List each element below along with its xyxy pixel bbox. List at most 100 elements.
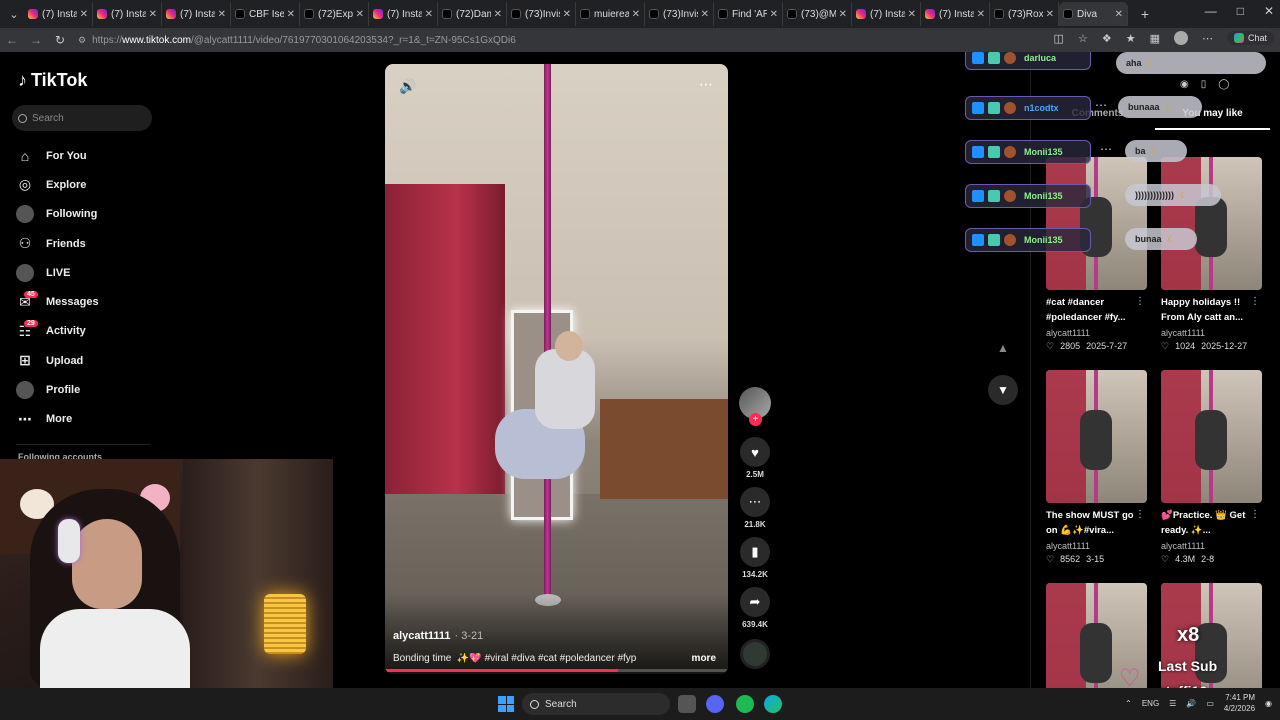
video-author[interactable]: alycatt1111 · 3-21 bbox=[393, 630, 483, 642]
sidebar-item-explore[interactable]: ◎ Explore bbox=[16, 170, 156, 199]
extensions-icon[interactable]: ❖ bbox=[1102, 32, 1112, 45]
card-more-options-icon[interactable]: ⋮ bbox=[1135, 296, 1145, 307]
browser-tab[interactable]: Diva ✕ bbox=[1059, 2, 1128, 26]
tab-close-icon[interactable]: ✕ bbox=[1046, 9, 1054, 20]
tab-close-icon[interactable]: ✕ bbox=[632, 9, 640, 20]
video-thumbnail[interactable] bbox=[1161, 157, 1262, 290]
share-action[interactable]: ➦ 639.4K bbox=[740, 587, 770, 631]
search-input[interactable] bbox=[32, 112, 142, 124]
tab-close-icon[interactable]: ✕ bbox=[839, 9, 847, 20]
browser-tab[interactable]: (7) Insta ✕ bbox=[93, 2, 162, 26]
comment-action[interactable]: ⋯ 21.8K bbox=[740, 487, 770, 531]
video-more-options-icon[interactable]: ⋯ bbox=[699, 76, 714, 93]
recommended-video-card[interactable]: The show MUST go on 💪✨#vira... ⋮ alycatt11… bbox=[1046, 370, 1147, 565]
url-field[interactable]: ⚙ https://www.tiktok.com/@alycatt1111/vi… bbox=[78, 31, 1078, 49]
minimize-icon[interactable]: — bbox=[1205, 4, 1217, 18]
copilot-chat-button[interactable]: Chat bbox=[1226, 31, 1274, 45]
favorites-icon[interactable]: ★ bbox=[1126, 32, 1136, 45]
browser-tab[interactable]: (72)Expe✕ bbox=[300, 2, 369, 26]
browser-tab[interactable]: (73)Invis ✕ bbox=[507, 2, 576, 26]
browser-tab[interactable]: (73)Invis ✕ bbox=[645, 2, 714, 26]
video-thumbnail[interactable] bbox=[1046, 157, 1147, 290]
tab-close-icon[interactable]: ✕ bbox=[494, 9, 502, 20]
browser-tab[interactable]: Find 'AR ✕ bbox=[714, 2, 783, 26]
edge-icon[interactable] bbox=[764, 695, 782, 713]
reload-icon[interactable]: ↻ bbox=[48, 33, 72, 47]
browser-tab[interactable]: (73)Roxa✕ bbox=[990, 2, 1059, 26]
comment-icon[interactable]: ⋯ bbox=[740, 487, 770, 517]
notification-bell-icon[interactable]: ◉ bbox=[1265, 699, 1272, 708]
discord-icon[interactable] bbox=[706, 695, 724, 713]
tab-close-icon[interactable]: ✕ bbox=[770, 9, 778, 20]
follow-plus-icon[interactable]: + bbox=[749, 413, 762, 426]
language-indicator[interactable]: ENG bbox=[1142, 699, 1159, 708]
browser-menu-icon[interactable]: ⋯ bbox=[1202, 32, 1213, 45]
tab-close-icon[interactable]: ✕ bbox=[563, 9, 571, 20]
favorite-star-icon[interactable]: ☆ bbox=[1078, 32, 1088, 45]
tray-chevron-up-icon[interactable]: ⌃ bbox=[1125, 699, 1132, 708]
card-title[interactable]: Happy holidays !! From Aly catt an... bbox=[1161, 295, 1251, 325]
back-icon[interactable]: ← bbox=[0, 33, 24, 47]
card-more-options-icon[interactable]: ⋮ bbox=[1250, 296, 1260, 307]
card-title[interactable]: The show MUST go on 💪✨#vira... bbox=[1046, 508, 1136, 538]
sidebar-item-following[interactable]: Following bbox=[16, 200, 156, 229]
tab-close-icon[interactable]: ✕ bbox=[149, 9, 157, 20]
sound-disc-icon[interactable] bbox=[740, 639, 770, 669]
new-tab-button[interactable]: + bbox=[1134, 6, 1156, 22]
share-icon[interactable]: ➦ bbox=[740, 587, 770, 617]
panel-close-icon[interactable]: ◯ bbox=[1218, 79, 1229, 90]
device-icon[interactable]: ▯ bbox=[1201, 79, 1207, 90]
collections-icon[interactable]: ▦ bbox=[1150, 32, 1160, 45]
tab-search-menu-icon[interactable]: ⌄ bbox=[4, 4, 24, 24]
browser-tab[interactable]: (7) Insta ✕ bbox=[24, 2, 93, 26]
sidebar-item-live[interactable]: LIVE bbox=[16, 258, 156, 287]
task-view-icon[interactable] bbox=[678, 695, 696, 713]
sidebar-item-friends[interactable]: ⚇ Friends bbox=[16, 229, 156, 258]
search-box[interactable] bbox=[12, 105, 152, 131]
browser-tab[interactable]: muierea ✕ bbox=[576, 2, 645, 26]
sidebar-item-profile[interactable]: Profile bbox=[16, 375, 156, 404]
video-thumbnail[interactable] bbox=[1161, 370, 1262, 503]
tab-close-icon[interactable]: ✕ bbox=[977, 9, 985, 20]
like-action[interactable]: ♥ 2.5M bbox=[740, 437, 770, 481]
card-author[interactable]: alycatt1111 bbox=[1161, 541, 1262, 551]
embed-icon[interactable]: ◉ bbox=[1180, 79, 1189, 90]
windows-start-icon[interactable] bbox=[498, 696, 514, 712]
sidebar-item-more[interactable]: ⋯ More bbox=[16, 405, 156, 434]
spotify-icon[interactable] bbox=[736, 695, 754, 713]
tab-close-icon[interactable]: ✕ bbox=[80, 9, 88, 20]
save-action[interactable]: ▮ 134.2K bbox=[740, 537, 770, 581]
volume-icon[interactable]: 🔊 bbox=[399, 78, 416, 95]
speaker-icon[interactable]: 🔊 bbox=[1186, 699, 1196, 708]
clock[interactable]: 7:41 PM 4/2/2026 bbox=[1224, 692, 1255, 714]
previous-video-chevron-up-icon[interactable]: ▲ bbox=[988, 333, 1018, 363]
tab-close-icon[interactable]: ✕ bbox=[701, 9, 709, 20]
video-thumbnail[interactable] bbox=[1046, 370, 1147, 503]
sidebar-item-upload[interactable]: ⊞ Upload bbox=[16, 346, 156, 375]
browser-tab[interactable]: (7) Insta ✕ bbox=[852, 2, 921, 26]
tab-close-icon[interactable]: ✕ bbox=[218, 9, 226, 20]
browser-tab[interactable]: (7) Insta ✕ bbox=[369, 2, 438, 26]
video-progress-bar[interactable] bbox=[385, 669, 728, 672]
recommended-video-card[interactable]: 💕Practice. 👑 Get ready. ✨... ⋮ alycatt1111… bbox=[1161, 370, 1262, 565]
sidebar-item-for-you[interactable]: ⌂ For You bbox=[16, 141, 156, 170]
heart-icon[interactable]: ♥ bbox=[740, 437, 770, 467]
browser-tab[interactable]: (7) Insta ✕ bbox=[921, 2, 990, 26]
restore-icon[interactable]: □ bbox=[1237, 4, 1244, 18]
split-screen-icon[interactable]: ◫ bbox=[1054, 32, 1064, 45]
tab-close-icon[interactable]: ✕ bbox=[356, 9, 364, 20]
profile-avatar-icon[interactable] bbox=[1173, 31, 1188, 45]
card-title[interactable]: #cat #dancer #poledancer #fy... bbox=[1046, 295, 1136, 325]
card-author[interactable]: alycatt1111 bbox=[1046, 541, 1147, 551]
card-author[interactable]: alycatt1111 bbox=[1161, 328, 1262, 338]
forward-icon[interactable]: → bbox=[24, 33, 48, 47]
tab-close-icon[interactable]: ✕ bbox=[1115, 9, 1123, 20]
taskbar-search[interactable]: Search bbox=[522, 693, 670, 715]
tab-close-icon[interactable]: ✕ bbox=[287, 9, 295, 20]
creator-avatar[interactable]: + bbox=[739, 387, 771, 426]
tab-close-icon[interactable]: ✕ bbox=[425, 9, 433, 20]
video-player[interactable]: 🔊 ⋯ alycatt1111 · 3-21 Bonding time ✨💖 #v… bbox=[385, 64, 728, 674]
caption-more-link[interactable]: more bbox=[692, 653, 716, 664]
browser-tab[interactable]: (72)Dam✕ bbox=[438, 2, 507, 26]
sidebar-item-messages[interactable]: ✉ 45 Messages bbox=[16, 287, 156, 316]
